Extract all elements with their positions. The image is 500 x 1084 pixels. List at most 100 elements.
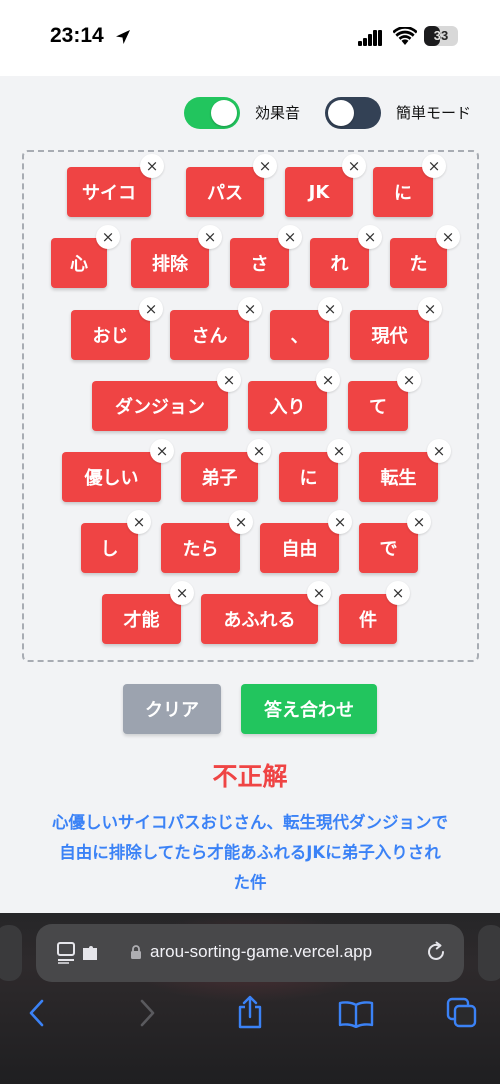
settings-toggles: 効果音 簡単モード bbox=[184, 97, 480, 129]
easy-mode-toggle[interactable] bbox=[325, 97, 381, 129]
word-tile-label: し bbox=[100, 539, 119, 560]
word-tile-label: 件 bbox=[359, 610, 377, 631]
word-tile-label: 入り bbox=[269, 397, 306, 418]
remove-tile-icon[interactable]: × bbox=[427, 439, 451, 463]
word-tile[interactable]: おじ × bbox=[71, 297, 163, 360]
word-tile-label: 優しい bbox=[84, 468, 139, 489]
word-tile[interactable]: 転生 × bbox=[359, 439, 451, 502]
remove-tile-icon[interactable]: × bbox=[342, 154, 366, 178]
status-bar: 23:14 33 bbox=[0, 0, 500, 76]
word-tile-label: さ bbox=[250, 254, 269, 275]
remove-tile-icon[interactable]: × bbox=[328, 510, 352, 534]
remove-tile-icon[interactable]: × bbox=[140, 154, 164, 178]
word-tile[interactable]: 現代 × bbox=[350, 297, 442, 360]
remove-tile-icon[interactable]: × bbox=[422, 154, 446, 178]
word-tile-label: 才能 bbox=[123, 610, 160, 631]
remove-tile-icon[interactable]: × bbox=[397, 368, 421, 392]
word-tile-label: 、 bbox=[290, 326, 309, 347]
word-tile[interactable]: 排除 × bbox=[131, 225, 222, 288]
word-tile[interactable]: パス × bbox=[186, 154, 277, 217]
word-tile-label: サイコ bbox=[82, 183, 136, 204]
correct-answer: 心優しいサイコパスおじさん、転生現代ダンジョンで 自由に排除してたら才能あふれる… bbox=[20, 808, 480, 898]
word-tile[interactable]: に × bbox=[373, 154, 446, 217]
remove-tile-icon[interactable]: × bbox=[198, 225, 222, 249]
word-tile-label: に bbox=[394, 183, 412, 204]
url-text: arou-sorting-game.vercel.app bbox=[150, 942, 373, 961]
cellular-signal-icon bbox=[358, 30, 382, 46]
remove-tile-icon[interactable]: × bbox=[229, 510, 253, 534]
remove-tile-icon[interactable]: × bbox=[327, 439, 351, 463]
word-tile[interactable]: JK × bbox=[285, 154, 366, 217]
remove-tile-icon[interactable]: × bbox=[170, 581, 194, 605]
remove-tile-icon[interactable]: × bbox=[436, 225, 460, 249]
word-tile[interactable]: 才能 × bbox=[102, 581, 194, 644]
word-tile[interactable]: 心 × bbox=[51, 225, 120, 288]
word-tile[interactable]: さ × bbox=[230, 225, 302, 288]
word-tile-label: に bbox=[299, 468, 318, 489]
word-tile[interactable]: さん × bbox=[170, 297, 262, 360]
word-tile[interactable]: 弟子 × bbox=[181, 439, 271, 502]
reload-icon[interactable] bbox=[425, 941, 447, 963]
remove-tile-icon[interactable]: × bbox=[96, 225, 120, 249]
remove-tile-icon[interactable]: × bbox=[253, 154, 277, 178]
battery-level: 33 bbox=[433, 28, 449, 43]
word-tile-label: で bbox=[379, 539, 398, 560]
word-tile[interactable]: た × bbox=[390, 225, 460, 288]
word-tile[interactable]: で × bbox=[359, 510, 431, 573]
tabs-icon[interactable] bbox=[446, 997, 478, 1029]
next-tab-pill[interactable] bbox=[478, 925, 500, 981]
word-tile-label: 転生 bbox=[380, 468, 417, 489]
word-tile-label: れ bbox=[330, 254, 349, 275]
remove-tile-icon[interactable]: × bbox=[278, 225, 302, 249]
word-tile-label: た bbox=[409, 254, 428, 275]
back-icon[interactable] bbox=[28, 999, 46, 1027]
previous-tab-pill[interactable] bbox=[0, 925, 22, 981]
word-tile[interactable]: 優しい × bbox=[62, 439, 174, 502]
remove-tile-icon[interactable]: × bbox=[316, 368, 340, 392]
sound-effects-label: 効果音 bbox=[255, 104, 301, 122]
remove-tile-icon[interactable]: × bbox=[307, 581, 331, 605]
word-tile[interactable]: 入り × bbox=[248, 368, 340, 431]
remove-tile-icon[interactable]: × bbox=[150, 439, 174, 463]
word-tile[interactable]: し × bbox=[81, 510, 151, 573]
status-time: 23:14 bbox=[50, 24, 104, 47]
easy-mode-label: 簡単モード bbox=[396, 104, 472, 122]
remove-tile-icon[interactable]: × bbox=[247, 439, 271, 463]
remove-tile-icon[interactable]: × bbox=[418, 297, 442, 321]
word-tile-label: て bbox=[369, 397, 387, 418]
word-tile[interactable]: れ × bbox=[310, 225, 382, 288]
answer-line: 自由に排除してたら才能あふれるJKに弟子入りされ bbox=[59, 843, 441, 862]
word-tile[interactable]: サイコ × bbox=[67, 154, 164, 217]
word-tile[interactable]: 件 × bbox=[339, 581, 410, 644]
remove-tile-icon[interactable]: × bbox=[407, 510, 431, 534]
check-answer-button[interactable]: 答え合わせ bbox=[241, 684, 377, 734]
word-tile-label: JK bbox=[308, 181, 330, 203]
sound-effects-toggle[interactable] bbox=[184, 97, 240, 129]
word-tile[interactable]: 自由 × bbox=[260, 510, 352, 573]
forward-icon[interactable] bbox=[138, 999, 156, 1027]
remove-tile-icon[interactable]: × bbox=[318, 297, 342, 321]
answer-line: 心優しいサイコパスおじさん、転生現代ダンジョンで bbox=[52, 813, 448, 832]
remove-tile-icon[interactable]: × bbox=[139, 297, 163, 321]
share-icon[interactable] bbox=[235, 995, 265, 1029]
word-tile-label: あふれる bbox=[223, 610, 296, 631]
word-tile-label: さん bbox=[191, 326, 228, 347]
wifi-icon bbox=[393, 27, 417, 45]
battery-icon: 33 bbox=[424, 26, 458, 46]
word-tile[interactable]: に × bbox=[279, 439, 351, 502]
word-tile[interactable]: あふれる × bbox=[201, 581, 331, 644]
word-tile[interactable]: 、 × bbox=[270, 297, 342, 360]
word-tile-label: 排除 bbox=[152, 254, 188, 275]
word-tile[interactable]: て × bbox=[348, 368, 421, 431]
remove-tile-icon[interactable]: × bbox=[127, 510, 151, 534]
page-menu-icon[interactable] bbox=[57, 942, 103, 964]
word-tile[interactable]: たら × bbox=[161, 510, 253, 573]
remove-tile-icon[interactable]: × bbox=[386, 581, 410, 605]
remove-tile-icon[interactable]: × bbox=[238, 297, 262, 321]
bookmarks-icon[interactable] bbox=[338, 1000, 374, 1028]
word-tile-label: ダンジョン bbox=[115, 397, 205, 418]
word-tile[interactable]: ダンジョン × bbox=[92, 368, 241, 431]
remove-tile-icon[interactable]: × bbox=[358, 225, 382, 249]
remove-tile-icon[interactable]: × bbox=[217, 368, 241, 392]
clear-button[interactable]: クリア bbox=[123, 684, 221, 734]
